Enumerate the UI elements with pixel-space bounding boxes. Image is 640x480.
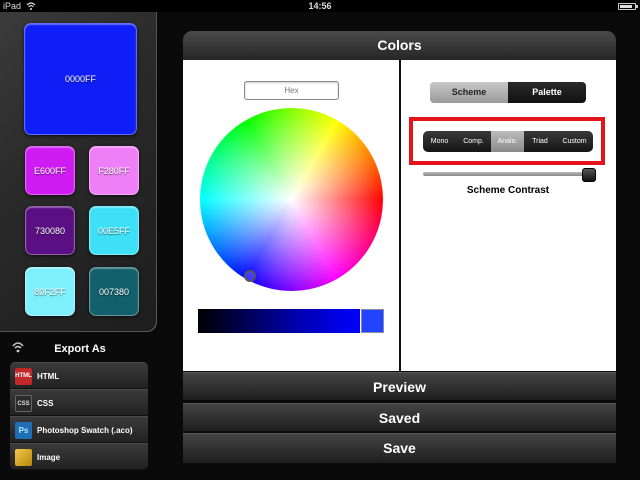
scheme-contrast-label: Scheme Contrast xyxy=(466,185,550,196)
battery-icon xyxy=(618,3,638,10)
brightness-slider[interactable] xyxy=(198,309,360,333)
swatch-item[interactable]: 80F2FF xyxy=(25,267,75,316)
export-item-label: Image xyxy=(37,453,61,462)
swatch-item[interactable]: E600FF xyxy=(25,146,75,195)
export-list: HTML HTML CSS CSS Ps Photoshop Swatch (.… xyxy=(10,362,148,470)
image-icon xyxy=(15,449,32,466)
swatch-label: F280FF xyxy=(98,165,130,176)
color-wheel[interactable] xyxy=(200,108,383,291)
tab-scheme[interactable]: Scheme xyxy=(430,82,508,103)
mode-analogous[interactable]: Analo. xyxy=(491,131,524,152)
scheme-contrast-handle[interactable] xyxy=(582,168,596,182)
swatch-label: 80F2FF xyxy=(34,286,66,297)
export-item-label: Photoshop Swatch (.aco) xyxy=(37,426,133,435)
swatch-item[interactable]: 007380 xyxy=(89,267,139,316)
export-css-button[interactable]: CSS CSS xyxy=(10,389,148,416)
swatch-item[interactable]: F280FF xyxy=(89,146,139,195)
hex-input[interactable] xyxy=(244,81,339,100)
html-icon: HTML xyxy=(15,368,32,385)
preview-button[interactable]: Preview xyxy=(183,372,616,400)
swatch-label: 0000FF xyxy=(64,74,97,84)
mode-triad[interactable]: Triad xyxy=(524,131,556,152)
scheme-palette-tabs: Scheme Palette xyxy=(430,82,586,103)
brightness-preview-swatch xyxy=(361,309,384,333)
swatch-label: 007380 xyxy=(98,286,130,297)
css-icon: CSS xyxy=(15,395,32,412)
export-html-button[interactable]: HTML HTML xyxy=(10,362,148,389)
scheme-contrast-slider[interactable] xyxy=(423,172,593,176)
export-item-label: CSS xyxy=(37,399,54,408)
panel-divider xyxy=(399,60,401,371)
export-photoshop-button[interactable]: Ps Photoshop Swatch (.aco) xyxy=(10,416,148,443)
photoshop-icon: Ps xyxy=(15,422,32,439)
tab-palette[interactable]: Palette xyxy=(508,82,586,103)
status-bar: iPad 14:56 xyxy=(0,0,640,12)
export-image-button[interactable]: Image xyxy=(10,443,148,470)
mode-complementary[interactable]: Comp. xyxy=(456,131,491,152)
export-title: Export As xyxy=(54,343,106,355)
mode-custom[interactable]: Custom xyxy=(556,131,593,152)
color-wheel-handle[interactable] xyxy=(244,270,256,282)
mode-mono[interactable]: Mono xyxy=(423,131,456,152)
swatch-label: E600FF xyxy=(33,165,66,176)
scheme-mode-selector: Mono Comp. Analo. Triad Custom xyxy=(423,131,593,152)
swatch-label: 00E5FF xyxy=(97,225,130,236)
save-button[interactable]: Save xyxy=(183,433,616,463)
swatch-main[interactable]: 0000FF xyxy=(24,23,137,135)
status-time: 14:56 xyxy=(308,1,332,11)
swatch-item[interactable]: 00E5FF xyxy=(89,206,139,255)
export-item-label: HTML xyxy=(37,372,60,381)
swatch-item[interactable]: 730080 xyxy=(25,206,75,255)
colors-header: Colors xyxy=(183,31,616,60)
swatch-label: 730080 xyxy=(34,225,66,236)
saved-button[interactable]: Saved xyxy=(183,403,616,431)
